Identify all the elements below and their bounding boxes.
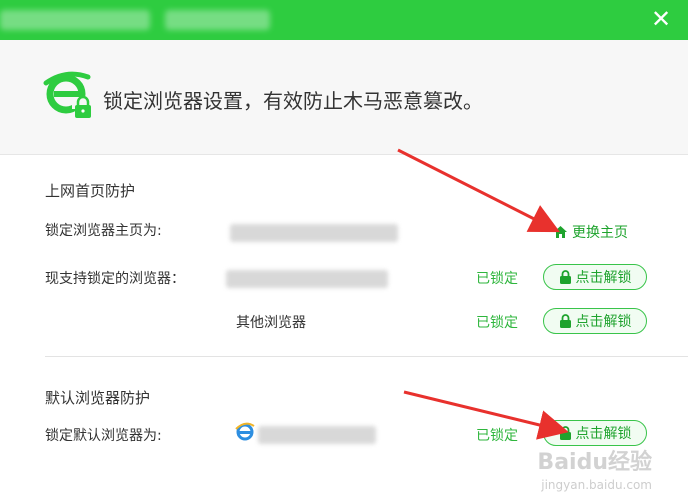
supported-browsers-label: 现支持锁定的浏览器： (45, 271, 185, 287)
unlock-button[interactable]: 点击解锁 (543, 308, 647, 334)
change-homepage-label: 更换主页 (572, 225, 628, 241)
blurred-title (0, 10, 150, 30)
blurred-browser-list (226, 270, 388, 288)
title-bar: ✕ (0, 0, 688, 40)
section-title-homepage: 上网首页防护 (45, 182, 136, 200)
unlock-button[interactable]: 点击解锁 (543, 264, 647, 290)
change-homepage-link[interactable]: 更换主页 (553, 222, 628, 242)
ie-browser-icon (235, 422, 255, 441)
watermark-brand: Baidu经验 (537, 450, 652, 475)
lock-icon (559, 314, 571, 328)
default-browser-label: 锁定默认浏览器为: (45, 428, 162, 444)
home-icon (554, 226, 567, 238)
status-badge: 已锁定 (476, 271, 518, 287)
status-badge: 已锁定 (476, 315, 518, 331)
close-button[interactable]: ✕ (648, 6, 674, 32)
unlock-button-label: 点击解锁 (575, 270, 632, 286)
lock-icon (559, 426, 571, 440)
section-divider (45, 356, 688, 357)
other-browsers-label: 其他浏览器 (236, 315, 306, 331)
banner-text: 锁定浏览器设置，有效防止木马恶意篡改。 (103, 89, 483, 113)
arrow-to-change-homepage (397, 148, 561, 233)
blurred-default-browser (258, 426, 376, 444)
section-title-default-browser: 默认浏览器防护 (45, 389, 151, 407)
watermark-url: jingyan.baidu.com (541, 478, 652, 492)
unlock-button-label: 点击解锁 (575, 314, 632, 330)
browser-lock-logo-icon (43, 71, 91, 118)
unlock-button-label: 点击解锁 (575, 426, 632, 442)
unlock-button[interactable]: 点击解锁 (543, 420, 647, 446)
status-badge: 已锁定 (476, 428, 518, 444)
homepage-label: 锁定浏览器主页为: (45, 223, 162, 239)
blurred-homepage-url (230, 224, 398, 242)
blurred-title-extra (165, 10, 270, 30)
lock-icon (559, 270, 571, 284)
